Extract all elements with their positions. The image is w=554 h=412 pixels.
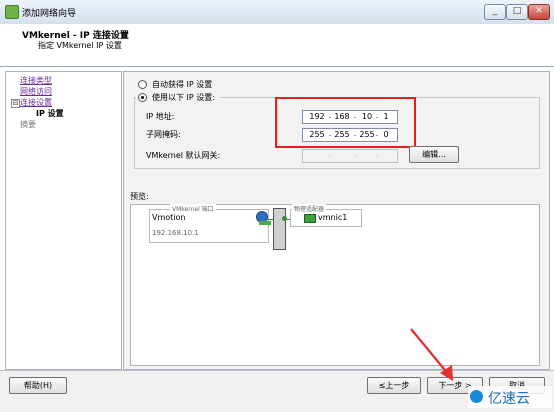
vswitch-bar	[273, 208, 286, 250]
app-icon	[5, 5, 19, 19]
gateway-dot: .	[375, 150, 379, 159]
gateway-dot: .	[353, 150, 357, 159]
connector-dot	[282, 216, 287, 221]
edit-gateway-button[interactable]: 编辑...	[409, 146, 459, 163]
page-subtitle: 指定 VMkernel IP 设置	[38, 41, 122, 50]
maximize-button[interactable]: □	[506, 4, 528, 20]
nav-item-connection-type[interactable]: 连接类型	[20, 75, 52, 86]
auto-ip-label: 自动获得 IP 设置	[152, 80, 213, 89]
nic-icon	[304, 214, 316, 223]
red-arrow-annotation	[410, 328, 453, 381]
nav-item-connection-settings[interactable]: 连接设置	[20, 97, 52, 108]
watermark-text: 亿速云	[488, 391, 530, 407]
gateway-dot: .	[328, 150, 332, 159]
wizard-header: VMkernel - IP 连接设置 指定 VMkernel IP 设置	[0, 24, 554, 67]
highlight-box	[275, 97, 416, 148]
collapse-icon[interactable]: ⊟	[11, 99, 20, 108]
ip-address-label: IP 地址:	[146, 112, 175, 121]
auto-ip-radio[interactable]	[138, 80, 147, 89]
watermark: 亿速云	[468, 386, 552, 408]
window-title: 添加网络向导	[22, 9, 77, 19]
gateway-field[interactable]: . . .	[302, 149, 398, 163]
port-name: Vmotion	[152, 213, 186, 222]
window-titlebar: 添加网络向导 _ □ ✕	[0, 0, 554, 25]
manual-ip-radio[interactable]	[138, 93, 147, 102]
port-ip: 192.168.10.1	[152, 229, 199, 237]
subnet-mask-label: 子网掩码:	[146, 130, 181, 139]
wizard-steps-nav: 连接类型 网络访问 ⊟ 连接设置 IP 设置 摘要	[5, 71, 122, 370]
nav-item-summary: 摘要	[20, 120, 36, 129]
preview-label: 预览:	[130, 192, 149, 201]
adapter-group-title: 物理适配器	[292, 204, 327, 213]
vmkernel-group-title: VMkernel 端口	[170, 204, 216, 213]
close-button[interactable]: ✕	[528, 4, 550, 20]
nav-item-network-access[interactable]: 网络访问	[20, 86, 52, 97]
help-button[interactable]: 帮助(H)	[9, 377, 67, 394]
watermark-logo-icon	[470, 390, 483, 403]
adapter-name: vmnic1	[318, 213, 348, 222]
nav-item-ip-settings: IP 设置	[36, 109, 64, 118]
arrow-shaft	[410, 328, 450, 376]
manual-ip-label: 使用以下 IP 设置:	[152, 93, 215, 102]
gateway-label: VMkernel 默认网关:	[146, 151, 221, 160]
port-link-icon	[259, 221, 271, 225]
minimize-button[interactable]: _	[484, 4, 506, 20]
